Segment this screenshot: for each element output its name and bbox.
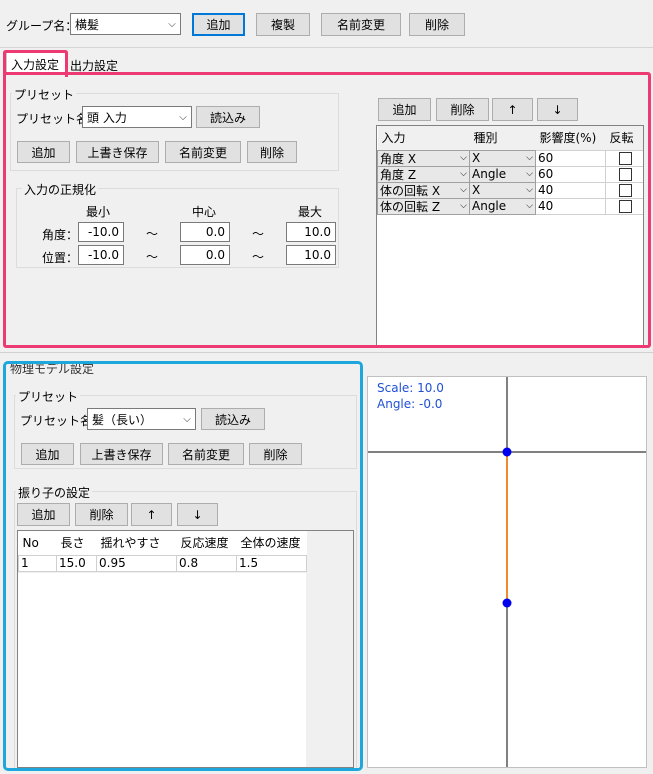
tab-output-settings[interactable]: 出力設定 <box>68 55 122 73</box>
chevron-down-icon: ⌵ <box>168 18 176 30</box>
group-rename-button[interactable]: 名前変更 <box>321 13 401 36</box>
pendulum-preview <box>368 377 646 767</box>
group-name-value: 横髪 <box>75 17 100 32</box>
input-settings-highlight-box <box>3 72 651 348</box>
group-delete-button[interactable]: 削除 <box>409 13 465 36</box>
group-name-label: グループ名： <box>6 19 78 33</box>
group-add-button[interactable]: 追加 <box>192 13 245 36</box>
pendulum-root-joint <box>502 447 512 457</box>
pane-divider <box>0 352 653 353</box>
pendulum-tip-joint <box>502 598 512 608</box>
physics-highlight-box <box>3 361 363 771</box>
preview-canvas[interactable]: Scale: 10.0 Angle: -0.0 <box>367 376 647 768</box>
group-name-select[interactable]: 横髪 ⌵ <box>70 13 181 35</box>
top-bar: グループ名： 横髪 ⌵ 追加 複製 名前変更 削除 <box>0 0 653 48</box>
group-copy-button[interactable]: 複製 <box>256 13 310 36</box>
